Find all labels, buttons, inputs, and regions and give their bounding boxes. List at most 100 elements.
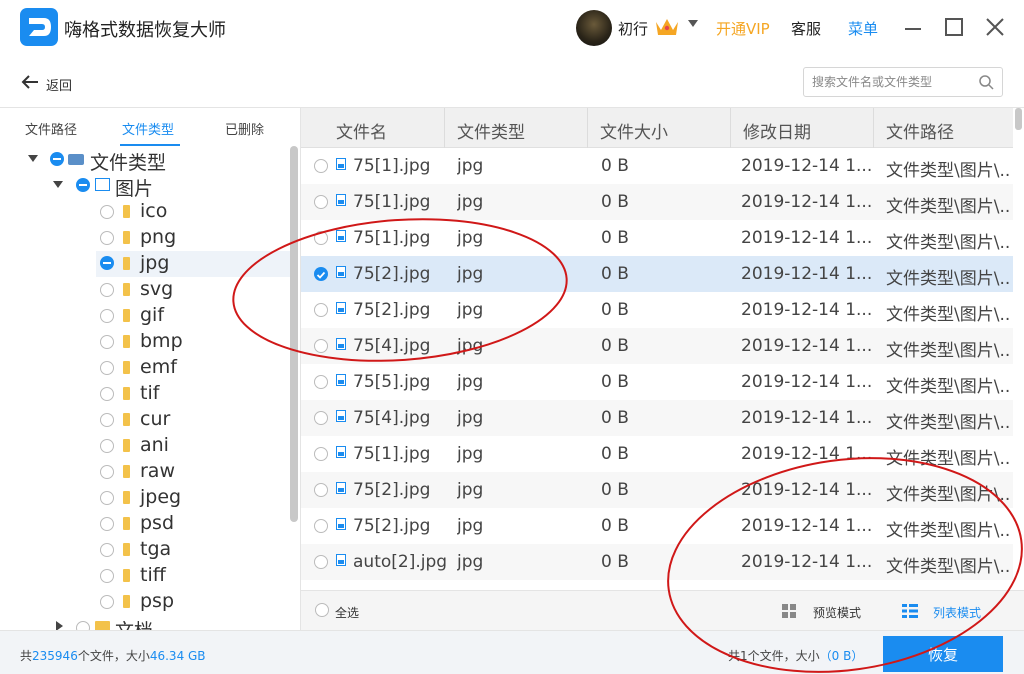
row-select-radio[interactable] <box>314 555 328 569</box>
collapse-arrow-icon[interactable] <box>28 155 38 162</box>
collapse-arrow-icon[interactable] <box>53 181 63 188</box>
select-radio[interactable] <box>100 595 114 609</box>
select-radio[interactable] <box>100 361 114 375</box>
tree-node-type[interactable]: emf <box>96 355 290 381</box>
tree-node-documents[interactable]: 文档 <box>0 615 290 630</box>
col-separator[interactable] <box>587 108 588 148</box>
expand-arrow-icon[interactable] <box>56 621 63 630</box>
row-select-radio[interactable] <box>314 303 328 317</box>
select-all-radio[interactable] <box>315 603 329 617</box>
tree-node-type[interactable]: ico <box>96 199 290 225</box>
table-row[interactable]: 75[4].jpg jpg 0 B 2019-12-14 1... 文件类型\图片\..… <box>301 328 1013 364</box>
col-separator[interactable] <box>730 108 731 148</box>
close-icon[interactable] <box>984 16 1006 38</box>
table-row[interactable]: 75[1].jpg jpg 0 B 2019-12-14 1... 文件类型\图片\..… <box>301 220 1013 256</box>
select-radio[interactable] <box>100 517 114 531</box>
select-radio[interactable] <box>100 413 114 427</box>
tree-node-type[interactable]: tif <box>96 381 290 407</box>
table-row[interactable]: 75[2].jpg jpg 0 B 2019-12-14 1... 文件类型\图片\..… <box>301 508 1013 544</box>
username[interactable]: 初行 <box>618 18 648 39</box>
maximize-icon[interactable] <box>945 18 963 36</box>
select-radio[interactable] <box>100 309 114 323</box>
select-radio[interactable] <box>100 387 114 401</box>
search-box[interactable] <box>803 67 1003 97</box>
table-row[interactable]: 75[5].jpg jpg 0 B 2019-12-14 1... 文件类型\图片\..… <box>301 364 1013 400</box>
table-row[interactable]: 75[2].jpg jpg 0 B 2019-12-14 1... 文件类型\图片\..… <box>301 256 1013 292</box>
partial-check-icon[interactable] <box>76 178 90 192</box>
tab-file-path[interactable]: 文件路径 <box>25 119 77 138</box>
list-view-icon[interactable] <box>901 603 919 623</box>
table-row[interactable]: 75[2].jpg jpg 0 B 2019-12-14 1... 文件类型\图片\..… <box>301 292 1013 328</box>
row-select-radio[interactable] <box>314 231 328 245</box>
table-row[interactable]: 75[1].jpg jpg 0 B 2019-12-14 1... 文件类型\图片\..… <box>301 148 1013 184</box>
select-radio[interactable] <box>100 569 114 583</box>
preview-mode-button[interactable]: 预览模式 <box>813 604 861 621</box>
user-dropdown-chevron-icon[interactable] <box>688 20 698 27</box>
tree-node-type[interactable]: cur <box>96 407 290 433</box>
select-radio[interactable] <box>100 205 114 219</box>
row-select-radio[interactable] <box>314 411 328 425</box>
col-header-size[interactable]: 文件大小 <box>600 118 668 143</box>
select-radio[interactable] <box>100 335 114 349</box>
table-scrollbar[interactable] <box>1015 108 1022 130</box>
service-link[interactable]: 客服 <box>791 18 821 39</box>
row-select-radio[interactable] <box>314 375 328 389</box>
select-radio[interactable] <box>100 231 114 245</box>
col-separator[interactable] <box>873 108 874 148</box>
row-select-radio[interactable] <box>314 339 328 353</box>
back-button[interactable]: 返回 <box>46 75 72 94</box>
table-row[interactable]: 75[2].jpg jpg 0 B 2019-12-14 1... 文件类型\图片\..… <box>301 472 1013 508</box>
tree-node-type[interactable]: svg <box>96 277 290 303</box>
search-input[interactable] <box>812 73 972 91</box>
select-radio[interactable] <box>100 465 114 479</box>
partial-check-icon[interactable] <box>50 152 64 166</box>
partial-check-icon[interactable] <box>100 256 114 270</box>
col-header-type[interactable]: 文件类型 <box>457 118 525 143</box>
tree-node-type[interactable]: psp <box>96 589 290 615</box>
select-radio[interactable] <box>100 283 114 297</box>
row-select-radio[interactable] <box>314 447 328 461</box>
tree-node-images[interactable]: 图片 <box>0 173 290 200</box>
tree-node-type[interactable]: tga <box>96 537 290 563</box>
table-row[interactable]: auto[2].jpg jpg 0 B 2019-12-14 1... 文件类型\图片\… <box>301 544 1013 580</box>
row-select-radio[interactable] <box>314 483 328 497</box>
checked-icon[interactable] <box>314 267 328 281</box>
col-header-path[interactable]: 文件路径 <box>886 118 954 143</box>
tree-node-root[interactable]: 文件类型 <box>0 147 290 174</box>
table-row[interactable]: 75[1].jpg jpg 0 B 2019-12-14 1... 文件类型\图片\..… <box>301 184 1013 220</box>
vip-link[interactable]: 开通VIP <box>716 18 770 39</box>
tree-node-type[interactable]: psd <box>96 511 290 537</box>
tab-deleted[interactable]: 已删除 <box>225 119 264 138</box>
tree-node-type[interactable]: jpg <box>96 251 290 277</box>
table-row[interactable]: 75[4].jpg jpg 0 B 2019-12-14 1... 文件类型\图片\..… <box>301 400 1013 436</box>
select-all-label[interactable]: 全选 <box>335 604 359 621</box>
tree-node-type[interactable]: ani <box>96 433 290 459</box>
row-select-radio[interactable] <box>314 159 328 173</box>
tree-node-type[interactable]: png <box>96 225 290 251</box>
select-radio[interactable] <box>100 491 114 505</box>
table-row[interactable]: 75[1].jpg jpg 0 B 2019-12-14 1... 文件类型\图片\..… <box>301 436 1013 472</box>
back-arrow-icon[interactable] <box>20 72 40 96</box>
col-header-name[interactable]: 文件名 <box>336 118 387 143</box>
tree-node-type[interactable]: gif <box>96 303 290 329</box>
avatar[interactable] <box>576 10 612 46</box>
tree-scrollbar[interactable] <box>290 146 298 522</box>
col-header-date[interactable]: 修改日期 <box>743 118 811 143</box>
row-select-radio[interactable] <box>314 519 328 533</box>
menu-link[interactable]: 菜单 <box>848 18 878 39</box>
tree-node-type[interactable]: raw <box>96 459 290 485</box>
row-select-radio[interactable] <box>314 195 328 209</box>
recover-button[interactable]: 恢复 <box>883 636 1003 672</box>
minimize-icon[interactable] <box>905 28 921 30</box>
col-separator[interactable] <box>444 108 445 148</box>
tree-node-type[interactable]: tiff <box>96 563 290 589</box>
select-radio[interactable] <box>76 621 90 630</box>
list-mode-button[interactable]: 列表模式 <box>933 604 981 621</box>
tree-node-type[interactable]: jpeg <box>96 485 290 511</box>
select-radio[interactable] <box>100 439 114 453</box>
tree-node-type[interactable]: bmp <box>96 329 290 355</box>
grid-view-icon[interactable] <box>781 603 797 623</box>
select-radio[interactable] <box>100 543 114 557</box>
search-icon[interactable] <box>978 74 994 94</box>
tab-file-type[interactable]: 文件类型 <box>122 119 174 138</box>
